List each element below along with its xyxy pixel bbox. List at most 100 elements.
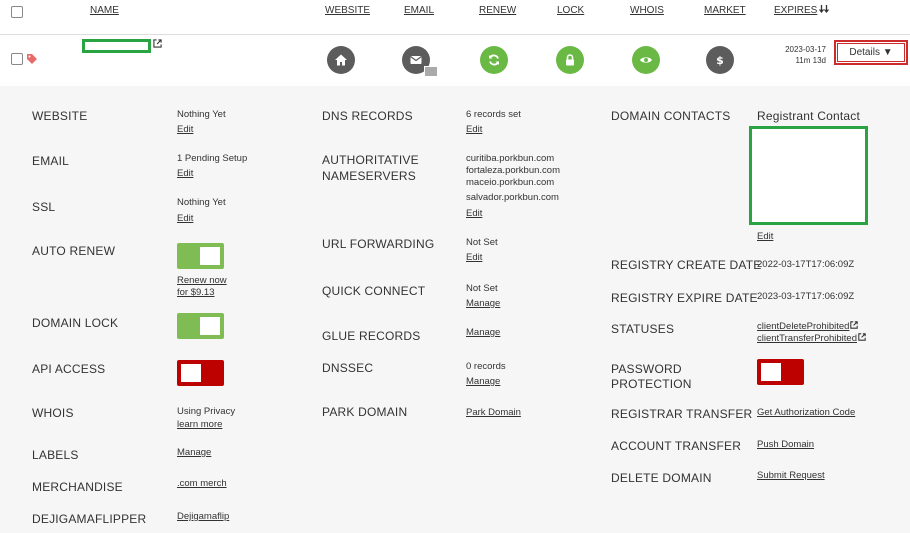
auto-renew-label: AUTO RENEW (32, 244, 116, 258)
dns-records-value: 6 records set (466, 109, 521, 120)
status-delete-prohibited[interactable]: clientDeleteProhibited (757, 321, 859, 333)
external-link-icon (858, 333, 866, 341)
dnssec-value: 0 records (466, 361, 506, 372)
password-protection-label-2: PROTECTION (611, 377, 692, 391)
whois-value: Using Privacy (177, 406, 236, 417)
details-button[interactable]: Details ▼ (834, 40, 908, 65)
row-checkbox[interactable] (11, 53, 23, 65)
dns-edit-link[interactable]: Edit (466, 124, 482, 136)
external-link-icon[interactable] (153, 39, 162, 48)
svg-text:$: $ (716, 54, 724, 67)
email-button[interactable] (402, 46, 438, 77)
header-market[interactable]: MARKET (704, 5, 746, 16)
refresh-icon (489, 54, 499, 66)
email-pending-badge (424, 66, 438, 77)
ssl-label: SSL (32, 200, 56, 214)
merch-link[interactable]: .com merch (177, 478, 227, 490)
details-panel: WEBSITE Nothing Yet Edit EMAIL 1 Pending… (0, 86, 910, 533)
header-expires-label: EXPIRES (774, 5, 818, 16)
registry-create-date-label: REGISTRY CREATE DATE (611, 258, 762, 272)
password-protection-label-1: PASSWORD (611, 362, 682, 376)
registry-expire-date-value: 2023-03-17T17:06:09Z (757, 291, 855, 302)
contacts-edit-link[interactable]: Edit (757, 231, 773, 243)
domain-lock-toggle[interactable] (177, 313, 224, 339)
details-button-label: Details ▼ (837, 43, 905, 62)
quick-connect-value: Not Set (466, 283, 498, 294)
api-access-label: API ACCESS (32, 362, 106, 376)
dejigamaflipper-label: DEJIGAMAFLIPPER (32, 512, 147, 526)
expires-info: 2023-03-17 11m 13d (766, 44, 826, 66)
website-button[interactable] (327, 46, 355, 74)
whois-learn-more-link[interactable]: learn more (177, 419, 222, 431)
website-label: WEBSITE (32, 109, 88, 123)
dollar-icon: $ (716, 54, 724, 67)
website-edit-link[interactable]: Edit (177, 124, 193, 136)
toggle-knob (200, 247, 220, 265)
password-protection-toggle[interactable] (757, 359, 804, 385)
header-name[interactable]: NAME (90, 5, 119, 16)
ssl-value: Nothing Yet (177, 197, 226, 208)
toggle-knob (761, 363, 781, 381)
domain-lock-label: DOMAIN LOCK (32, 316, 119, 330)
registrant-contact-redacted (749, 126, 868, 225)
eye-icon (640, 57, 652, 63)
url-forwarding-label: URL FORWARDING (322, 237, 435, 251)
nameservers-edit-link[interactable]: Edit (466, 208, 482, 220)
whois-button[interactable] (632, 46, 660, 74)
nameserver-3: maceio.porkbun.com (466, 177, 555, 188)
nameserver-4: salvador.porkbun.com (466, 192, 559, 203)
quick-connect-label: QUICK CONNECT (322, 284, 426, 298)
tag-icon[interactable] (26, 53, 38, 65)
email-value: 1 Pending Setup (177, 153, 248, 164)
account-transfer-label: ACCOUNT TRANSFER (611, 439, 742, 453)
renew-price-link[interactable]: for $9.13 (177, 287, 215, 299)
header-expires[interactable]: EXPIRES (774, 5, 830, 16)
merchandise-label: MERCHANDISE (32, 480, 123, 494)
renew-button[interactable] (480, 46, 508, 74)
status-transfer-prohibited[interactable]: clientTransferProhibited (757, 333, 866, 345)
submit-request-link[interactable]: Submit Request (757, 470, 825, 482)
push-domain-link[interactable]: Push Domain (757, 439, 814, 451)
toggle-knob (181, 364, 201, 382)
glue-records-manage-link[interactable]: Manage (466, 327, 500, 339)
registry-create-date-value: 2022-03-17T17:06:09Z (757, 259, 855, 270)
sort-down-icon (819, 5, 830, 14)
market-button[interactable]: $ (706, 46, 734, 74)
registrant-contact-title: Registrant Contact (757, 109, 860, 123)
get-auth-code-link[interactable]: Get Authorization Code (757, 407, 855, 419)
nameservers-label-2: NAMESERVERS (322, 169, 417, 183)
registrar-transfer-label: REGISTRAR TRANSFER (611, 407, 753, 421)
header-website[interactable]: WEBSITE (325, 5, 370, 16)
quick-connect-manage-link[interactable]: Manage (466, 298, 500, 310)
dns-records-label: DNS RECORDS (322, 109, 413, 123)
statuses-label: STATUSES (611, 322, 675, 336)
website-value: Nothing Yet (177, 109, 226, 120)
status-delete-prohibited-link[interactable]: clientDeleteProhibited (757, 321, 849, 332)
envelope-icon (410, 56, 422, 64)
header-renew[interactable]: RENEW (479, 5, 516, 16)
lock-icon (566, 54, 574, 66)
renew-now-link[interactable]: Renew now (177, 275, 227, 287)
ssl-edit-link[interactable]: Edit (177, 213, 193, 225)
expires-date: 2023-03-17 (785, 45, 826, 54)
header-email[interactable]: EMAIL (404, 5, 434, 16)
select-all-checkbox[interactable] (11, 6, 23, 18)
labels-manage-link[interactable]: Manage (177, 447, 211, 459)
park-domain-link[interactable]: Park Domain (466, 407, 521, 419)
url-forwarding-edit-link[interactable]: Edit (466, 252, 482, 264)
dnssec-manage-link[interactable]: Manage (466, 376, 500, 388)
header-lock[interactable]: LOCK (557, 5, 584, 16)
header-whois[interactable]: WHOIS (630, 5, 664, 16)
auto-renew-toggle[interactable] (177, 243, 224, 269)
lock-button[interactable] (556, 46, 584, 74)
api-access-toggle[interactable] (177, 360, 224, 386)
home-icon (335, 54, 347, 66)
status-transfer-prohibited-link[interactable]: clientTransferProhibited (757, 333, 857, 344)
domain-name-redacted[interactable] (82, 39, 151, 53)
delete-domain-label: DELETE DOMAIN (611, 471, 712, 485)
email-edit-link[interactable]: Edit (177, 168, 193, 180)
dejigamaflip-link[interactable]: Dejigamaflip (177, 511, 229, 523)
external-link-icon (850, 321, 859, 329)
glue-records-label: GLUE RECORDS (322, 329, 421, 343)
registry-expire-date-label: REGISTRY EXPIRE DATE (611, 291, 758, 305)
